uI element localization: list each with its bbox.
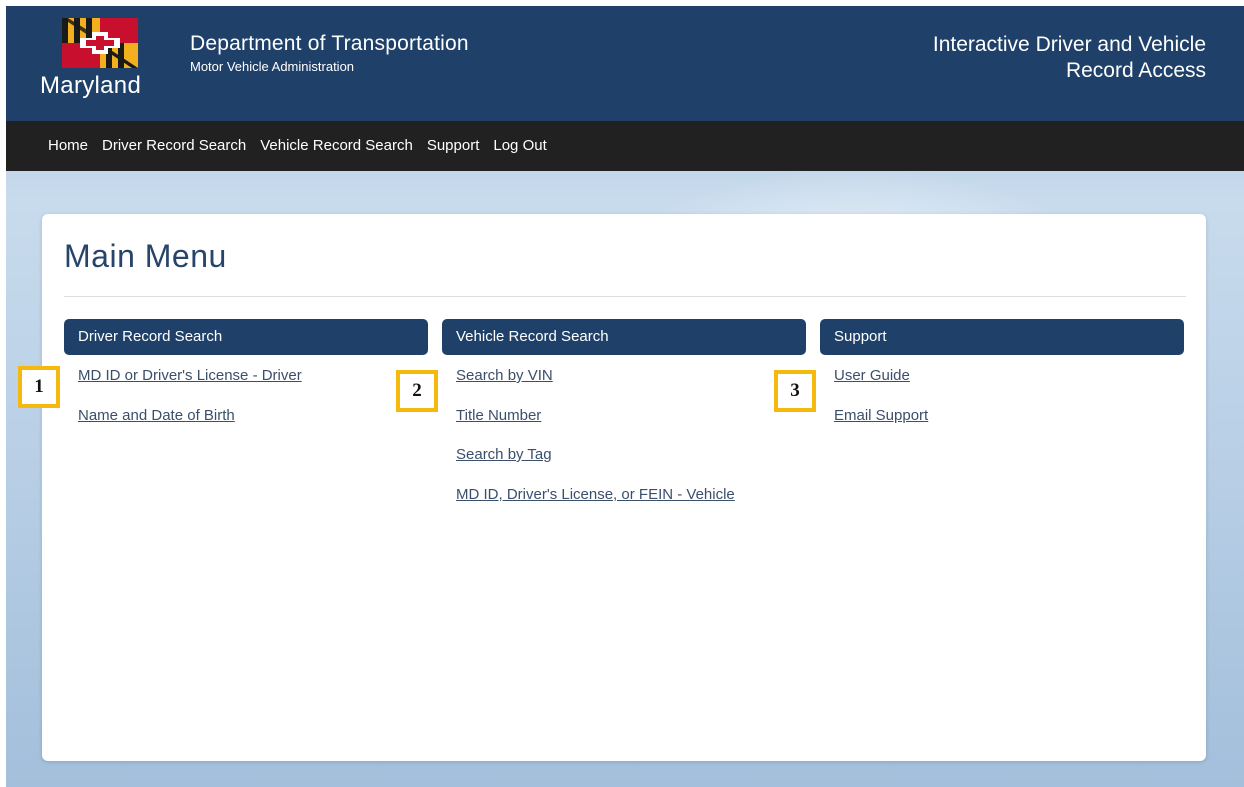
driver-record-search-heading: Driver Record Search xyxy=(64,319,428,355)
support-heading: Support xyxy=(820,319,1184,355)
callout-badge-3: 3 xyxy=(774,370,816,412)
main-navbar: Home Driver Record Search Vehicle Record… xyxy=(6,121,1244,171)
driver-record-search-column: Driver Record Search MD ID or Driver's L… xyxy=(64,319,428,434)
page-title: Main Menu xyxy=(64,238,227,274)
link-user-guide[interactable]: User Guide xyxy=(834,367,910,384)
app-title: Interactive Driver and Vehicle Record Ac… xyxy=(806,32,1206,84)
main-menu-panel: Main Menu Driver Record Search MD ID or … xyxy=(42,214,1206,761)
support-column: Support User Guide Email Support xyxy=(820,319,1184,434)
callout-badge-1: 1 xyxy=(18,366,60,408)
department-subtitle: Motor Vehicle Administration xyxy=(190,59,355,74)
link-search-by-tag[interactable]: Search by Tag xyxy=(456,446,552,463)
app-title-line2: Record Access xyxy=(1065,59,1206,82)
maryland-logo[interactable]: Maryland xyxy=(40,16,170,106)
nav-home[interactable]: Home xyxy=(48,137,88,154)
nav-support[interactable]: Support xyxy=(427,137,480,154)
callout-badge-2: 2 xyxy=(396,370,438,412)
maryland-flag-icon xyxy=(62,18,138,68)
title-divider xyxy=(64,296,1186,297)
vehicle-record-search-column: Vehicle Record Search Search by VIN Titl… xyxy=(442,319,806,513)
link-md-id-fein-vehicle[interactable]: MD ID, Driver's License, or FEIN - Vehic… xyxy=(456,486,735,503)
app-title-line1: Interactive Driver and Vehicle xyxy=(932,33,1206,56)
nav-log-out[interactable]: Log Out xyxy=(493,137,546,154)
link-md-id-driver[interactable]: MD ID or Driver's License - Driver xyxy=(78,367,302,384)
department-title: Department of Transportation xyxy=(190,32,469,55)
link-email-support[interactable]: Email Support xyxy=(834,407,928,424)
link-title-number[interactable]: Title Number xyxy=(456,407,541,424)
link-name-and-dob[interactable]: Name and Date of Birth xyxy=(78,407,235,424)
vehicle-record-search-heading: Vehicle Record Search xyxy=(442,319,806,355)
logo-text: Maryland xyxy=(40,72,142,99)
nav-vehicle-record-search[interactable]: Vehicle Record Search xyxy=(260,137,413,154)
site-header: Maryland Department of Transportation Mo… xyxy=(6,6,1244,121)
page-frame: Maryland Department of Transportation Mo… xyxy=(6,6,1244,787)
link-search-by-vin[interactable]: Search by VIN xyxy=(456,367,553,384)
nav-driver-record-search[interactable]: Driver Record Search xyxy=(102,137,246,154)
